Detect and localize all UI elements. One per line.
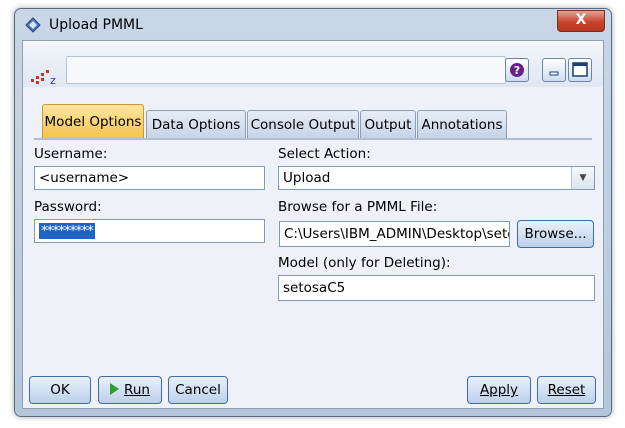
minimize-button[interactable] xyxy=(542,58,566,82)
username-label: Username: xyxy=(34,146,108,162)
select-action-value: Upload xyxy=(283,170,331,186)
node-type-icon: z xyxy=(31,70,56,85)
apply-button-label: Apply xyxy=(479,382,519,398)
reset-button-label: Reset xyxy=(547,382,586,398)
tab-annotations[interactable]: Annotations xyxy=(417,110,507,139)
tab-console-output[interactable]: Console Output xyxy=(247,110,359,139)
close-icon: X xyxy=(575,12,587,28)
apply-button[interactable]: Apply xyxy=(467,376,531,404)
password-masked-value: ********* xyxy=(39,223,95,239)
model-options-panel: Username: <username> Password: *********… xyxy=(34,138,595,360)
tab-output[interactable]: Output xyxy=(360,110,416,139)
toolbar: z ? xyxy=(23,41,603,87)
password-label: Password: xyxy=(34,199,102,215)
select-action-dropdown[interactable]: Upload ▼ xyxy=(278,166,595,190)
tab-data-options[interactable]: Data Options xyxy=(146,110,246,139)
chevron-down-icon[interactable]: ▼ xyxy=(571,167,594,189)
model-delete-label: Model (only for Deleting): xyxy=(278,255,451,271)
tab-model-options[interactable]: Model Options xyxy=(42,104,144,139)
logo-letter: z xyxy=(50,74,56,85)
browse-pmml-label: Browse for a PMML File: xyxy=(278,199,438,215)
reset-button[interactable]: Reset xyxy=(537,376,596,404)
select-action-label: Select Action: xyxy=(278,146,371,162)
model-name-field[interactable]: setosaC5 xyxy=(278,275,595,301)
browse-button[interactable]: Browse... xyxy=(517,220,594,248)
minimize-icon xyxy=(549,71,559,76)
help-button[interactable]: ? xyxy=(505,58,529,82)
help-icon: ? xyxy=(510,63,524,77)
run-button-label: Run xyxy=(124,382,150,398)
username-field[interactable]: <username> xyxy=(34,166,265,190)
maximize-button[interactable] xyxy=(568,58,592,82)
cancel-button[interactable]: Cancel xyxy=(168,376,228,404)
title-bar[interactable]: Upload PMML X xyxy=(15,9,611,41)
window-title: Upload PMML xyxy=(49,17,143,33)
upload-pmml-dialog: Upload PMML X z ? Model Options Data Opt… xyxy=(14,8,612,417)
node-name-field[interactable] xyxy=(66,56,506,84)
run-button[interactable]: Run xyxy=(98,376,162,404)
pmml-app-icon xyxy=(25,17,41,33)
maximize-icon xyxy=(572,62,588,77)
run-play-icon xyxy=(110,383,120,395)
password-field[interactable]: ********* xyxy=(34,219,265,243)
close-button[interactable]: X xyxy=(557,10,605,32)
svg-text:?: ? xyxy=(514,64,520,77)
pmml-file-path-field[interactable]: C:\Users\IBM_ADMIN\Desktop\setc xyxy=(279,221,510,247)
dialog-body: z ? Model Options Data Options Console O… xyxy=(22,40,604,409)
ok-button[interactable]: OK xyxy=(29,376,91,404)
